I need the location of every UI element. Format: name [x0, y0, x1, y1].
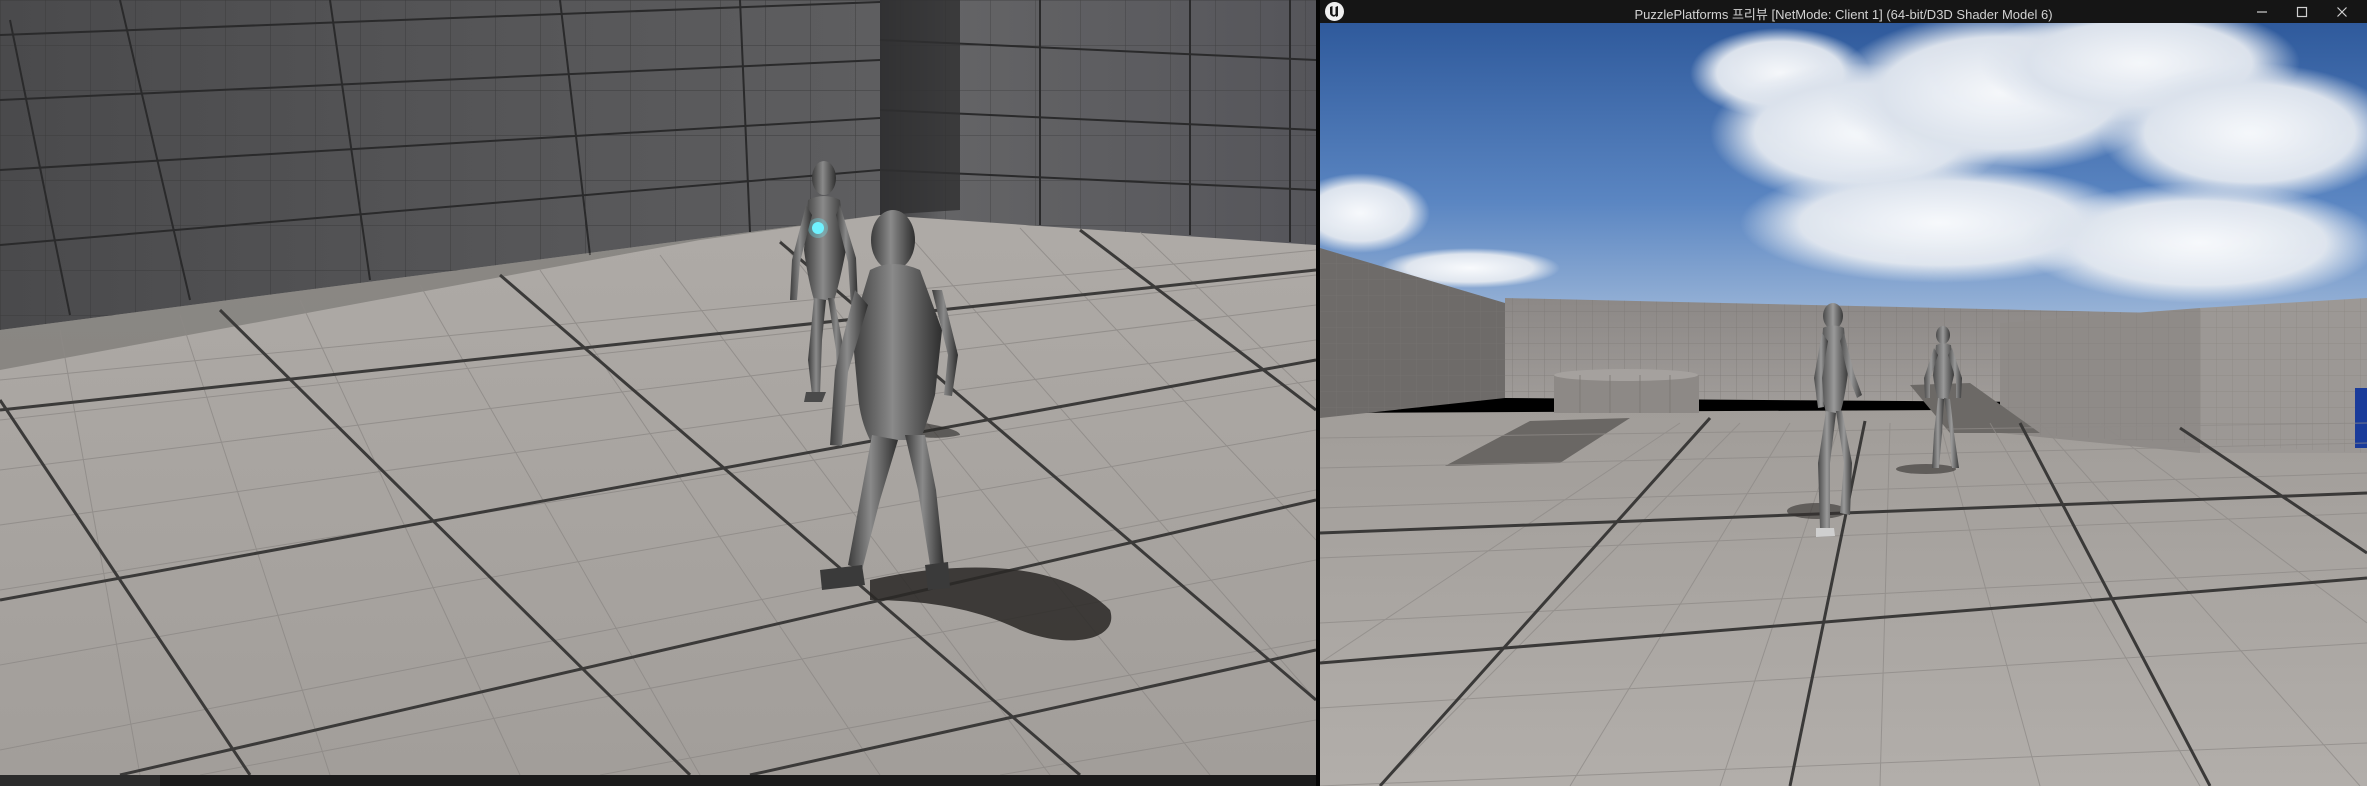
- client-game-view[interactable]: [1320, 23, 2367, 786]
- left-game-viewport[interactable]: [0, 0, 1316, 775]
- minimize-button[interactable]: [2242, 0, 2282, 23]
- window-titlebar[interactable]: PuzzlePlatforms 프리뷰 [NetMode: Client 1] …: [1320, 0, 2367, 23]
- minimize-icon: [2257, 10, 2267, 13]
- desktop: PuzzlePlatforms 프리뷰 [NetMode: Client 1] …: [0, 0, 2367, 786]
- maximize-button[interactable]: [2282, 0, 2322, 23]
- pie-client-window[interactable]: PuzzlePlatforms 프리뷰 [NetMode: Client 1] …: [1320, 0, 2367, 786]
- left-viewport-tab[interactable]: [0, 775, 160, 786]
- close-icon: [2337, 6, 2347, 17]
- maximize-icon: [2296, 6, 2308, 17]
- window-title: PuzzlePlatforms 프리뷰 [NetMode: Client 1] …: [1634, 7, 2053, 22]
- left-viewport-status-strip: [0, 775, 1316, 786]
- close-button[interactable]: [2322, 0, 2362, 23]
